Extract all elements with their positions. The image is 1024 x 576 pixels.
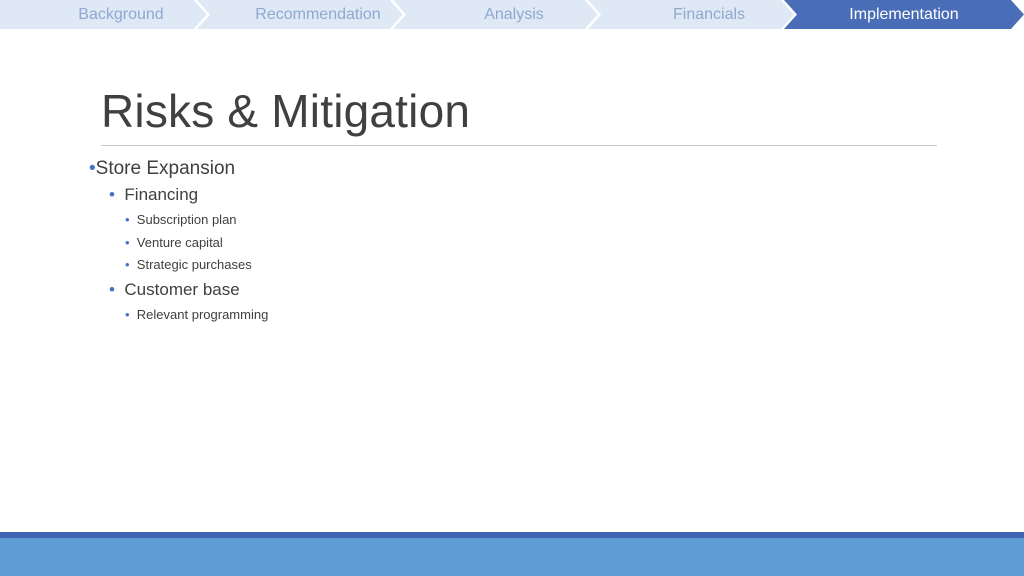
- nav-step-analysis-shape[interactable]: [393, 0, 599, 29]
- bullet-level2-item: • Customer base: [109, 280, 240, 300]
- bullet-text: Customer base: [124, 280, 240, 299]
- bullet-dot-icon: •: [89, 158, 96, 179]
- bullet-text: Financing: [124, 185, 199, 204]
- bullet-text: Relevant programming: [136, 307, 269, 322]
- slide-title: Risks & Mitigation: [101, 85, 471, 137]
- bullet-text: Venture capital: [136, 235, 223, 250]
- bullet-level3-item: • Relevant programming: [125, 307, 268, 322]
- nav-step-financials-shape[interactable]: [588, 0, 795, 29]
- bullet-level3-item: • Venture capital: [125, 235, 223, 250]
- nav-chevrons-graphic: [0, 0, 1024, 29]
- bullet-level3-item: • Strategic purchases: [125, 257, 252, 272]
- title-divider: [101, 145, 937, 146]
- bullet-dot-icon: •: [125, 257, 130, 272]
- bullet-text: Subscription plan: [136, 212, 237, 227]
- bullet-dot-icon: •: [125, 307, 130, 322]
- bullet-dot-icon: •: [109, 185, 115, 204]
- process-nav: Background Recommendation Analysis Finan…: [0, 0, 1024, 29]
- nav-step-background-shape[interactable]: [0, 0, 208, 29]
- bullet-level3-item: • Subscription plan: [125, 212, 237, 227]
- bullet-dot-icon: •: [109, 280, 115, 299]
- bullet-level1-item: •Store Expansion: [89, 158, 235, 180]
- bullet-text: Strategic purchases: [136, 257, 252, 272]
- bullet-dot-icon: •: [125, 212, 130, 227]
- bullet-text: Store Expansion: [95, 158, 236, 179]
- nav-step-recommendation-shape[interactable]: [197, 0, 404, 29]
- nav-step-implementation-shape[interactable]: [784, 0, 1024, 29]
- bullet-level2-item: • Financing: [109, 185, 198, 205]
- bullet-dot-icon: •: [125, 235, 130, 250]
- footer-band: [0, 538, 1024, 576]
